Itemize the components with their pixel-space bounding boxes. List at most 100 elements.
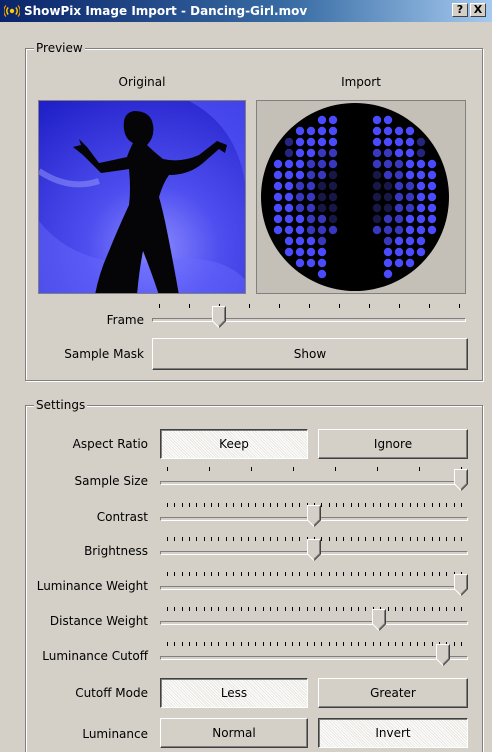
slider-tick [394,572,396,576]
sample-size-label: Sample Size [74,474,148,488]
slider-tick [336,572,338,576]
led-dot [416,137,426,147]
led-dot [284,148,294,158]
slider-tick [284,503,286,507]
help-button[interactable]: ? [452,3,468,17]
luminance-cutoff-slider-thumb[interactable] [436,644,451,666]
slider-tick [249,304,250,308]
greater-button[interactable]: Greater [318,678,468,708]
slider-tick [167,642,168,646]
slider-tick [402,642,404,646]
ignore-button[interactable]: Ignore [318,429,468,459]
led-dot [416,247,426,257]
contrast-slider-thumb[interactable] [307,505,321,527]
slider-tick [335,467,336,471]
contrast-slider[interactable] [160,501,468,531]
invert-button[interactable]: Invert [318,718,468,748]
slider-tick [218,503,220,507]
led-dot [372,170,382,180]
luminance-weight-slider-thumb[interactable] [454,574,468,596]
slider-tick [387,572,389,576]
distance-weight-label: Distance Weight [49,614,148,628]
led-dot [416,214,426,224]
led-dot [295,258,305,268]
slider-tick [321,642,323,646]
slider-tick [372,572,374,576]
slider-tick [189,537,191,541]
slider-tick [446,537,448,541]
led-dot [405,148,415,158]
led-dot [383,170,393,180]
title-bar[interactable]: ShowPix Image Import - Dancing-Girl.mov … [0,0,492,22]
slider-tick [424,572,426,576]
slider-tick [293,467,294,471]
slider-tick [409,537,411,541]
led-dot [427,170,437,180]
slider-tick [181,537,183,541]
led-dot [372,148,382,158]
slider-tick [358,503,360,507]
slider-tick [225,607,227,611]
led-dot [306,203,316,213]
slider-tick [174,642,176,646]
led-dot [372,126,382,136]
led-dot [383,247,393,257]
led-dot [328,126,338,136]
slider-tick [167,607,168,611]
led-dot [372,192,382,202]
keep-button[interactable]: Keep [160,429,308,459]
slider-tick [459,304,460,308]
led-dot [394,148,404,158]
luminance-weight-slider[interactable] [160,570,468,600]
slider-tick [409,642,411,646]
brightness-slider-thumb[interactable] [307,539,321,561]
led-dot [284,192,294,202]
sample-size-slider-thumb[interactable] [454,469,468,491]
slider-tick [277,503,279,507]
slider-tick [203,642,205,646]
led-dot [284,214,294,224]
slider-tick [394,537,396,541]
normal-button[interactable]: Normal [160,718,308,748]
led-dot [372,115,382,125]
led-dot [405,137,415,147]
slider-tick [350,607,352,611]
slider-tick [424,537,426,541]
led-dot [383,269,393,279]
slider-tick [431,537,433,541]
led-dot [295,214,305,224]
slider-tick [431,572,433,576]
slider-tick [251,467,252,471]
led-dot [328,170,338,180]
slider-tick [321,607,323,611]
slider-tick [380,537,382,541]
led-dot [317,247,327,257]
slider-tick [277,607,279,611]
slider-tick [247,642,249,646]
frame-slider-thumb[interactable] [212,306,226,328]
distance-weight-slider[interactable] [160,605,468,635]
slider-tick [262,537,264,541]
slider-tick [240,572,242,576]
slider-tick [438,503,440,507]
luminance-cutoff-slider[interactable] [160,640,468,670]
slider-tick [255,642,257,646]
led-dot [273,159,283,169]
led-dot [416,192,426,202]
show-mask-button[interactable]: Show [152,338,468,370]
less-button[interactable]: Less [160,678,308,708]
sample-size-slider[interactable] [160,465,468,495]
brightness-slider[interactable] [160,535,468,565]
luminance-cutoff-label: Luminance Cutoff [42,649,148,663]
led-dot [383,258,393,268]
slider-tick [350,642,352,646]
slider-tick [299,537,301,541]
slider-tick [277,537,279,541]
slider-tick [284,572,286,576]
slider-tick [365,537,367,541]
close-button[interactable]: X [470,3,486,17]
frame-slider[interactable] [152,302,466,332]
distance-weight-slider-thumb[interactable] [371,609,386,631]
slider-tick [336,537,338,541]
led-dot [284,236,294,246]
